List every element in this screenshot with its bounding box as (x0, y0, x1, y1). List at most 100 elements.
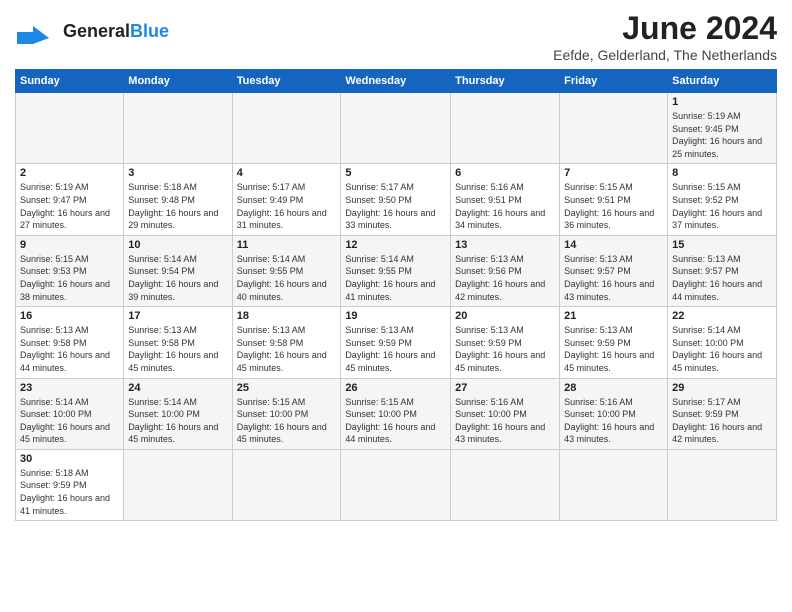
day-number: 10 (128, 239, 227, 251)
day-info: Sunrise: 5:13 AM Sunset: 9:58 PM Dayligh… (20, 324, 119, 374)
day-info: Sunrise: 5:18 AM Sunset: 9:59 PM Dayligh… (20, 467, 119, 517)
calendar-cell: 26Sunrise: 5:15 AM Sunset: 10:00 PM Dayl… (341, 378, 451, 449)
logo-icon (15, 10, 59, 54)
day-info: Sunrise: 5:15 AM Sunset: 9:52 PM Dayligh… (672, 181, 772, 231)
page-header: GeneralBlue June 2024 Eefde, Gelderland,… (15, 10, 777, 63)
header-tuesday: Tuesday (232, 70, 341, 93)
day-number: 29 (672, 382, 772, 394)
calendar-cell: 2 Sunrise: 5:19 AM Sunset: 9:47 PM Daylig… (16, 164, 124, 235)
calendar-week-3: 9Sunrise: 5:15 AM Sunset: 9:53 PM Daylig… (16, 235, 777, 306)
day-info: Sunrise: 5:17 AM Sunset: 9:50 PM Dayligh… (345, 181, 446, 231)
day-number: 18 (237, 310, 337, 322)
day-info: Sunrise: 5:16 AM Sunset: 10:00 PM Daylig… (455, 396, 555, 446)
calendar-week-1: 1 Sunrise: 5:19 AM Sunset: 9:45 PM Daylig… (16, 93, 777, 164)
day-number: 12 (345, 239, 446, 251)
calendar-cell: 29 Sunrise: 5:17 AM Sunset: 9:59 PM Dayli… (668, 378, 777, 449)
day-info: Sunrise: 5:16 AM Sunset: 9:51 PM Dayligh… (455, 181, 555, 231)
calendar-cell: 6 Sunrise: 5:16 AM Sunset: 9:51 PM Daylig… (451, 164, 560, 235)
day-number: 5 (345, 167, 446, 179)
calendar-cell: 23 Sunrise: 5:14 AM Sunset: 10:00 PM Dayl… (16, 378, 124, 449)
day-number: 13 (455, 239, 555, 251)
calendar-cell: 13 Sunrise: 5:13 AM Sunset: 9:56 PM Dayli… (451, 235, 560, 306)
calendar-cell: 24Sunrise: 5:14 AM Sunset: 10:00 PM Dayl… (124, 378, 232, 449)
day-number: 8 (672, 167, 772, 179)
calendar-table: Sunday Monday Tuesday Wednesday Thursday… (15, 69, 777, 521)
header-row: Sunday Monday Tuesday Wednesday Thursday… (16, 70, 777, 93)
day-info: Sunrise: 5:13 AM Sunset: 9:59 PM Dayligh… (455, 324, 555, 374)
day-number: 25 (237, 382, 337, 394)
day-number: 11 (237, 239, 337, 251)
page-title: June 2024 (553, 10, 777, 47)
title-area: June 2024 Eefde, Gelderland, The Netherl… (553, 10, 777, 63)
day-info: Sunrise: 5:13 AM Sunset: 9:56 PM Dayligh… (455, 253, 555, 303)
day-number: 27 (455, 382, 555, 394)
calendar-cell: 12 Sunrise: 5:14 AM Sunset: 9:55 PM Dayli… (341, 235, 451, 306)
day-info: Sunrise: 5:15 AM Sunset: 10:00 PM Daylig… (237, 396, 337, 446)
calendar-week-6: 30Sunrise: 5:18 AM Sunset: 9:59 PM Dayli… (16, 449, 777, 520)
header-friday: Friday (560, 70, 668, 93)
calendar-cell: 16Sunrise: 5:13 AM Sunset: 9:58 PM Dayli… (16, 307, 124, 378)
logo-text: GeneralBlue (63, 22, 169, 42)
day-number: 14 (564, 239, 663, 251)
day-info: Sunrise: 5:14 AM Sunset: 10:00 PM Daylig… (672, 324, 772, 374)
calendar-cell: 14 Sunrise: 5:13 AM Sunset: 9:57 PM Dayli… (560, 235, 668, 306)
day-info: Sunrise: 5:13 AM Sunset: 9:57 PM Dayligh… (672, 253, 772, 303)
calendar-header: Sunday Monday Tuesday Wednesday Thursday… (16, 70, 777, 93)
day-number: 19 (345, 310, 446, 322)
day-number: 6 (455, 167, 555, 179)
calendar-cell: 27 Sunrise: 5:16 AM Sunset: 10:00 PM Dayl… (451, 378, 560, 449)
calendar-cell: 17Sunrise: 5:13 AM Sunset: 9:58 PM Dayli… (124, 307, 232, 378)
day-number: 1 (672, 96, 772, 108)
calendar-cell: 11 Sunrise: 5:14 AM Sunset: 9:55 PM Dayli… (232, 235, 341, 306)
day-number: 22 (672, 310, 772, 322)
day-info: Sunrise: 5:14 AM Sunset: 10:00 PM Daylig… (128, 396, 227, 446)
calendar-cell (560, 93, 668, 164)
day-info: Sunrise: 5:14 AM Sunset: 9:55 PM Dayligh… (237, 253, 337, 303)
calendar-cell (451, 449, 560, 520)
day-info: Sunrise: 5:13 AM Sunset: 9:59 PM Dayligh… (564, 324, 663, 374)
day-info: Sunrise: 5:15 AM Sunset: 9:53 PM Dayligh… (20, 253, 119, 303)
day-info: Sunrise: 5:14 AM Sunset: 10:00 PM Daylig… (20, 396, 119, 446)
day-number: 28 (564, 382, 663, 394)
calendar-body: 1 Sunrise: 5:19 AM Sunset: 9:45 PM Daylig… (16, 93, 777, 521)
calendar-cell (232, 93, 341, 164)
calendar-cell (232, 449, 341, 520)
calendar-cell: 30Sunrise: 5:18 AM Sunset: 9:59 PM Dayli… (16, 449, 124, 520)
day-info: Sunrise: 5:18 AM Sunset: 9:48 PM Dayligh… (128, 181, 227, 231)
day-info: Sunrise: 5:13 AM Sunset: 9:59 PM Dayligh… (345, 324, 446, 374)
calendar-cell (124, 93, 232, 164)
day-info: Sunrise: 5:17 AM Sunset: 9:59 PM Dayligh… (672, 396, 772, 446)
calendar-cell (341, 449, 451, 520)
day-number: 23 (20, 382, 119, 394)
day-info: Sunrise: 5:19 AM Sunset: 9:45 PM Dayligh… (672, 110, 772, 160)
day-number: 2 (20, 167, 119, 179)
page-subtitle: Eefde, Gelderland, The Netherlands (553, 47, 777, 63)
calendar-cell (124, 449, 232, 520)
day-info: Sunrise: 5:17 AM Sunset: 9:49 PM Dayligh… (237, 181, 337, 231)
day-info: Sunrise: 5:15 AM Sunset: 9:51 PM Dayligh… (564, 181, 663, 231)
header-wednesday: Wednesday (341, 70, 451, 93)
calendar-week-5: 23 Sunrise: 5:14 AM Sunset: 10:00 PM Dayl… (16, 378, 777, 449)
calendar-cell (560, 449, 668, 520)
calendar-cell (341, 93, 451, 164)
day-number: 3 (128, 167, 227, 179)
day-info: Sunrise: 5:19 AM Sunset: 9:47 PM Dayligh… (20, 181, 119, 231)
day-info: Sunrise: 5:16 AM Sunset: 10:00 PM Daylig… (564, 396, 663, 446)
day-info: Sunrise: 5:13 AM Sunset: 9:58 PM Dayligh… (128, 324, 227, 374)
calendar-cell: 3 Sunrise: 5:18 AM Sunset: 9:48 PM Daylig… (124, 164, 232, 235)
header-sunday: Sunday (16, 70, 124, 93)
calendar-cell: 20Sunrise: 5:13 AM Sunset: 9:59 PM Dayli… (451, 307, 560, 378)
calendar-cell (16, 93, 124, 164)
calendar-week-2: 2 Sunrise: 5:19 AM Sunset: 9:47 PM Daylig… (16, 164, 777, 235)
day-number: 15 (672, 239, 772, 251)
calendar-cell (668, 449, 777, 520)
calendar-cell: 25 Sunrise: 5:15 AM Sunset: 10:00 PM Dayl… (232, 378, 341, 449)
calendar-cell: 21Sunrise: 5:13 AM Sunset: 9:59 PM Dayli… (560, 307, 668, 378)
day-info: Sunrise: 5:13 AM Sunset: 9:57 PM Dayligh… (564, 253, 663, 303)
day-info: Sunrise: 5:14 AM Sunset: 9:55 PM Dayligh… (345, 253, 446, 303)
header-thursday: Thursday (451, 70, 560, 93)
calendar-cell: 7Sunrise: 5:15 AM Sunset: 9:51 PM Daylig… (560, 164, 668, 235)
day-info: Sunrise: 5:15 AM Sunset: 10:00 PM Daylig… (345, 396, 446, 446)
calendar-cell: 8 Sunrise: 5:15 AM Sunset: 9:52 PM Daylig… (668, 164, 777, 235)
day-info: Sunrise: 5:13 AM Sunset: 9:58 PM Dayligh… (237, 324, 337, 374)
